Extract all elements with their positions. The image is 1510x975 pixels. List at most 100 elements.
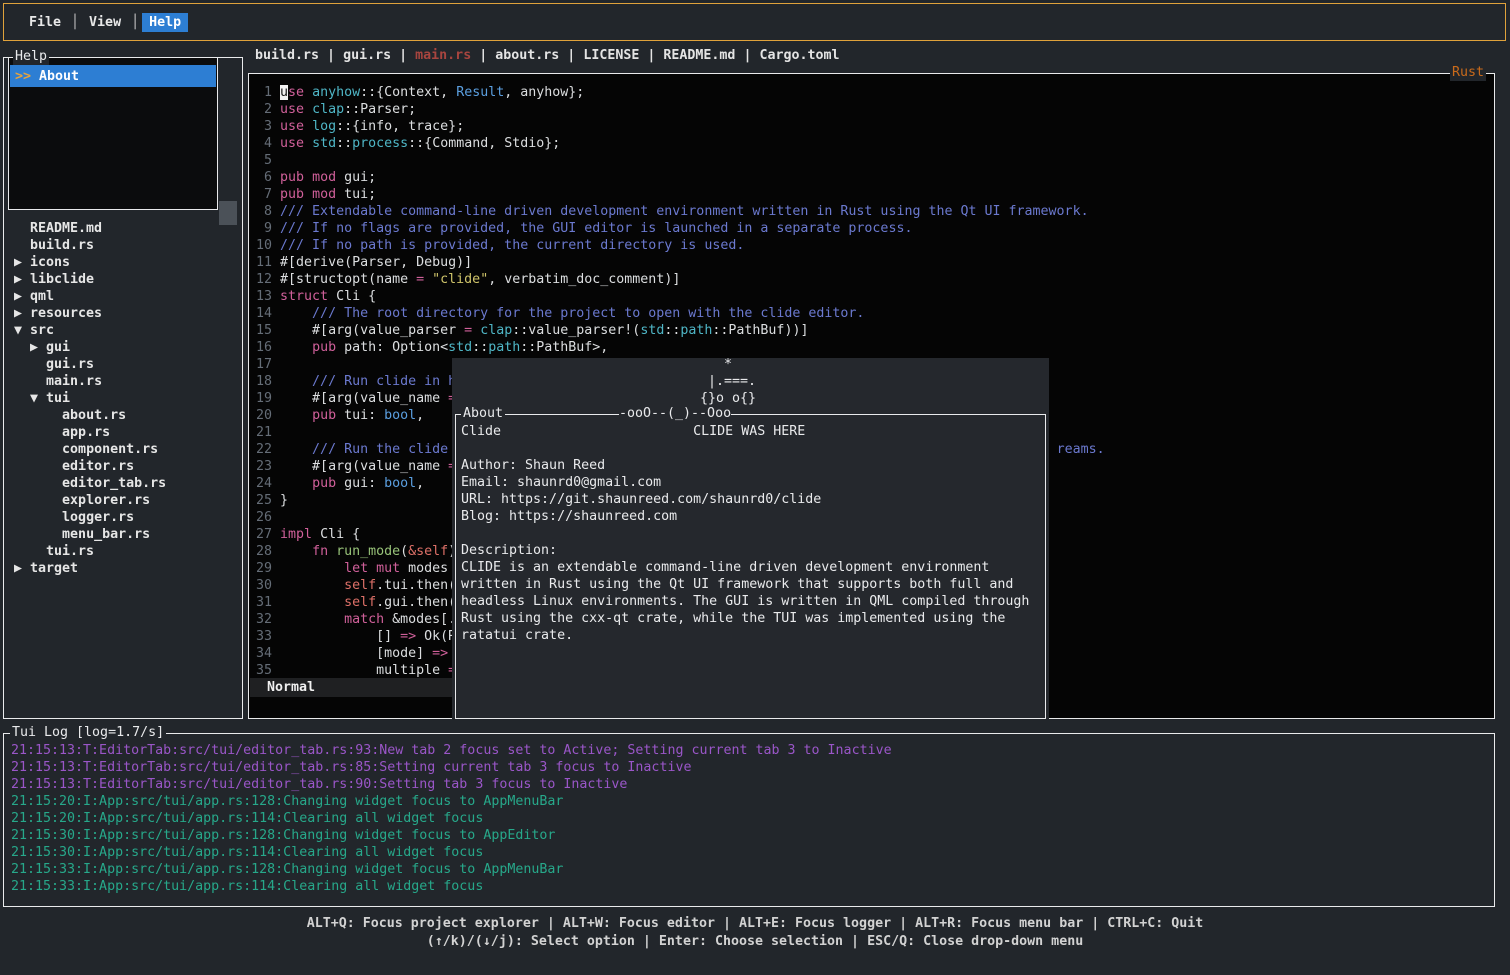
tab-LICENSE[interactable]: LICENSE <box>583 48 639 63</box>
about-content: Clide CLIDE WAS HERE Author: Shaun Reed … <box>461 423 1029 644</box>
explorer-item-editor.rs[interactable]: editor.rs <box>14 458 166 475</box>
explorer-item-label: tui.rs <box>46 544 94 559</box>
explorer-item-label: app.rs <box>62 425 110 440</box>
explorer-item-label: qml <box>30 289 54 304</box>
tab-separator: | <box>471 48 495 63</box>
explorer-item-build.rs[interactable]: build.rs <box>14 237 166 254</box>
menu-bar: File│View│Help <box>3 3 1506 41</box>
tui-log-title: Tui Log [log=1.7/s] <box>10 725 166 741</box>
code-line-15: 15 #[arg(value_parser = clap::value_pars… <box>256 322 1105 339</box>
code-line-2: 2 use clap::Parser; <box>256 101 1105 118</box>
explorer-item-menu_bar.rs[interactable]: menu_bar.rs <box>14 526 166 543</box>
about-dialog-title: About <box>461 406 505 422</box>
log-entry: 21:15:13:T:EditorTab:src/tui/editor_tab.… <box>11 776 892 793</box>
explorer-item-gui[interactable]: ▶ gui <box>14 339 166 356</box>
code-line-12: 12 #[structopt(name = "clide", verbatim_… <box>256 271 1105 288</box>
log-entry: 21:15:30:I:App:src/tui/app.rs:128:Changi… <box>11 827 892 844</box>
tab-README.md[interactable]: README.md <box>663 48 735 63</box>
menu-item-help[interactable]: Help <box>142 13 188 32</box>
explorer-item-component.rs[interactable]: component.rs <box>14 441 166 458</box>
log-lines[interactable]: 21:15:13:T:EditorTab:src/tui/editor_tab.… <box>11 742 892 895</box>
explorer-item-editor_tab.rs[interactable]: editor_tab.rs <box>14 475 166 492</box>
explorer-item-label: logger.rs <box>62 510 134 525</box>
code-line-4: 4 use std::process::{Command, Stdio}; <box>256 135 1105 152</box>
keyboard-shortcuts-bar: ALT+Q: Focus project explorer | ALT+W: F… <box>0 915 1510 950</box>
explorer-item-label: about.rs <box>62 408 126 423</box>
tab-separator: | <box>559 48 583 63</box>
help-dropdown-menu: Help >> About <box>8 57 218 210</box>
log-entry: 21:15:30:I:App:src/tui/app.rs:114:Cleari… <box>11 844 892 861</box>
help-menu-item-about[interactable]: >> About <box>10 65 216 87</box>
about-ascii-banner: -ooO--(_)--Ooo <box>619 406 731 422</box>
chevron-down-icon: ▼ <box>30 391 46 406</box>
tab-about.rs[interactable]: about.rs <box>495 48 559 63</box>
tab-Cargo.toml[interactable]: Cargo.toml <box>759 48 839 63</box>
explorer-tree[interactable]: README.md build.rs▶ icons▶ libclide▶ qml… <box>14 220 166 577</box>
menu-separator: │ <box>131 15 139 30</box>
shortcuts-line-2: (↑/k)/(↓/j): Select option | Enter: Choo… <box>0 933 1510 951</box>
explorer-item-logger.rs[interactable]: logger.rs <box>14 509 166 526</box>
code-line-9: 9 /// If no flags are provided, the GUI … <box>256 220 1105 237</box>
explorer-item-label: target <box>30 561 78 576</box>
log-entry: 21:15:13:T:EditorTab:src/tui/editor_tab.… <box>11 742 892 759</box>
about-ascii-art: * |.===. {}o o{} <box>700 356 756 407</box>
code-line-14: 14 /// The root directory for the projec… <box>256 305 1105 322</box>
about-dialog-box: About -ooO--(_)--Ooo Clide CLIDE WAS HER… <box>455 414 1046 719</box>
chevron-right-icon: ▶ <box>14 289 30 304</box>
editor-mode-bar: Normal <box>250 678 454 697</box>
explorer-item-label: editor_tab.rs <box>62 476 166 491</box>
explorer-item-gui.rs[interactable]: gui.rs <box>14 356 166 373</box>
explorer-item-label: menu_bar.rs <box>62 527 150 542</box>
explorer-item-label: component.rs <box>62 442 158 457</box>
chevron-right-icon: ▶ <box>14 272 30 287</box>
explorer-item-app.rs[interactable]: app.rs <box>14 424 166 441</box>
tab-main.rs[interactable]: main.rs <box>415 48 471 63</box>
explorer-item-resources[interactable]: ▶ resources <box>14 305 166 322</box>
tab-gui.rs[interactable]: gui.rs <box>343 48 391 63</box>
explorer-item-label: main.rs <box>46 374 102 389</box>
explorer-item-src[interactable]: ▼ src <box>14 322 166 339</box>
explorer-item-explorer.rs[interactable]: explorer.rs <box>14 492 166 509</box>
chevron-right-icon: ▶ <box>30 340 46 355</box>
explorer-item-label: resources <box>30 306 102 321</box>
log-entry: 21:15:33:I:App:src/tui/app.rs:128:Changi… <box>11 861 892 878</box>
editor-mode: Normal <box>250 680 315 695</box>
tab-separator: | <box>319 48 343 63</box>
selection-arrows-icon: >> <box>15 69 39 84</box>
explorer-item-README.md[interactable]: README.md <box>14 220 166 237</box>
menu-bar-items: File│View│Help <box>22 13 188 32</box>
editor-tab-bar: build.rs | gui.rs | main.rs | about.rs |… <box>255 48 840 65</box>
tab-separator: | <box>735 48 759 63</box>
explorer-item-label: editor.rs <box>62 459 134 474</box>
menu-item-view[interactable]: View <box>82 13 128 32</box>
code-line-7: 7 pub mod tui; <box>256 186 1105 203</box>
chevron-right-icon: ▶ <box>14 255 30 270</box>
explorer-item-label: tui <box>46 391 70 406</box>
log-entry: 21:15:20:I:App:src/tui/app.rs:128:Changi… <box>11 793 892 810</box>
tab-build.rs[interactable]: build.rs <box>255 48 319 63</box>
code-line-13: 13 struct Cli { <box>256 288 1105 305</box>
explorer-item-about.rs[interactable]: about.rs <box>14 407 166 424</box>
code-line-5: 5 <box>256 152 1105 169</box>
explorer-item-target[interactable]: ▶ target <box>14 560 166 577</box>
explorer-item-label: gui <box>46 340 70 355</box>
help-dropdown-title: Help <box>13 49 49 65</box>
explorer-item-qml[interactable]: ▶ qml <box>14 288 166 305</box>
explorer-item-label: libclide <box>30 272 94 287</box>
explorer-item-main.rs[interactable]: main.rs <box>14 373 166 390</box>
explorer-scrollbar-thumb[interactable] <box>219 201 237 225</box>
explorer-item-tui.rs[interactable]: tui.rs <box>14 543 166 560</box>
language-badge: Rust <box>1450 65 1486 81</box>
chevron-down-icon: ▼ <box>14 323 30 338</box>
explorer-item-tui[interactable]: ▼ tui <box>14 390 166 407</box>
explorer-item-label: icons <box>30 255 70 270</box>
menu-item-file[interactable]: File <box>22 13 68 32</box>
help-menu-item-label: About <box>39 69 79 84</box>
about-dialog: * |.===. {}o o{} About -ooO--(_)--Ooo Cl… <box>452 358 1049 719</box>
code-line-1: 1 use anyhow::{Context, Result, anyhow}; <box>256 84 1105 101</box>
tab-separator: | <box>391 48 415 63</box>
tui-log-panel: Tui Log [log=1.7/s] 21:15:13:T:EditorTab… <box>3 733 1495 907</box>
explorer-item-libclide[interactable]: ▶ libclide <box>14 271 166 288</box>
explorer-item-label: build.rs <box>30 238 94 253</box>
explorer-item-icons[interactable]: ▶ icons <box>14 254 166 271</box>
